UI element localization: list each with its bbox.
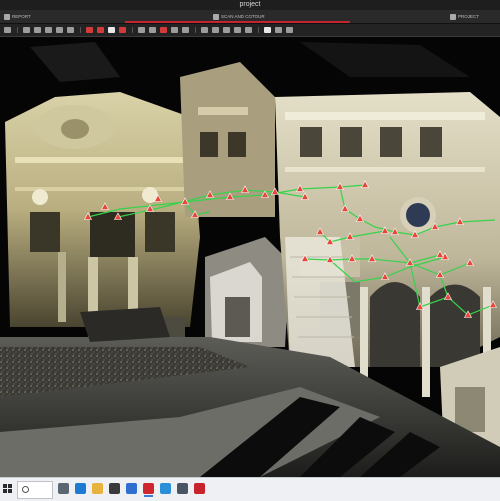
connect-icon[interactable] — [97, 27, 104, 33]
camera-icon[interactable] — [4, 27, 11, 33]
point-cloud-viewport[interactable] — [0, 37, 500, 477]
scan-icon — [213, 13, 219, 20]
record-icon[interactable] — [194, 483, 205, 494]
active-tab-indicator — [125, 21, 350, 23]
cursor-icon[interactable] — [86, 27, 93, 33]
tag-icon[interactable] — [160, 27, 167, 33]
eye-icon[interactable] — [212, 27, 219, 33]
mail-icon[interactable] — [126, 483, 137, 494]
scanner-app-icon[interactable] — [143, 483, 154, 497]
export-icon[interactable] — [275, 27, 282, 33]
link-icon[interactable] — [119, 27, 126, 33]
toolbar-separator — [132, 27, 133, 33]
cloud-icon[interactable] — [223, 27, 230, 33]
toolbar-separator — [195, 27, 196, 33]
store-icon[interactable] — [109, 483, 120, 494]
info-icon[interactable] — [286, 27, 293, 33]
palette-icon[interactable] — [264, 27, 271, 33]
scene-canvas — [0, 37, 500, 477]
search-icon — [22, 486, 29, 493]
ruler-icon[interactable] — [234, 27, 241, 33]
edge-browser-icon[interactable] — [75, 483, 86, 494]
tab-bar: REPORT SCAN AND COTOUR PROJECT — [0, 10, 500, 24]
settings-icon[interactable] — [201, 27, 208, 33]
cube-icon[interactable] — [138, 27, 145, 33]
lock-icon[interactable] — [245, 27, 252, 33]
toolbar-separator — [17, 27, 18, 33]
taskbar-search[interactable] — [17, 481, 53, 499]
folder-icon — [450, 13, 456, 20]
windows-taskbar — [0, 477, 500, 501]
tab-scan-and-cotour[interactable]: SCAN AND COTOUR — [213, 12, 265, 21]
tab-project-label: PROJECT — [458, 14, 480, 19]
file-explorer-icon[interactable] — [92, 483, 103, 494]
search-input[interactable] — [29, 484, 49, 494]
measure-icon[interactable] — [67, 27, 74, 33]
grid-icon[interactable] — [56, 27, 63, 33]
tab-scan-label: SCAN AND COTOUR — [221, 14, 265, 19]
window-title: project — [239, 1, 261, 8]
toolbar-separator — [80, 27, 81, 33]
sphere-icon[interactable] — [108, 27, 115, 33]
windows-start-icon[interactable] — [3, 484, 13, 494]
photo-icon[interactable] — [171, 27, 178, 33]
toolbar-separator — [258, 27, 259, 33]
crop-icon[interactable] — [45, 27, 52, 33]
monitor-icon[interactable] — [177, 483, 188, 494]
task-view-icon[interactable] — [58, 483, 69, 494]
photos-icon[interactable] — [160, 483, 171, 494]
select-icon[interactable] — [34, 27, 41, 33]
target-icon[interactable] — [23, 27, 30, 33]
tab-report-label: REPORT — [12, 14, 31, 19]
tab-project[interactable]: PROJECT — [450, 12, 479, 21]
tab-report[interactable]: REPORT — [4, 12, 31, 21]
filter-icon[interactable] — [182, 27, 189, 33]
document-icon — [4, 13, 10, 20]
title-bar: project — [0, 0, 500, 10]
toolbar — [0, 24, 500, 37]
layers-icon[interactable] — [149, 27, 156, 33]
